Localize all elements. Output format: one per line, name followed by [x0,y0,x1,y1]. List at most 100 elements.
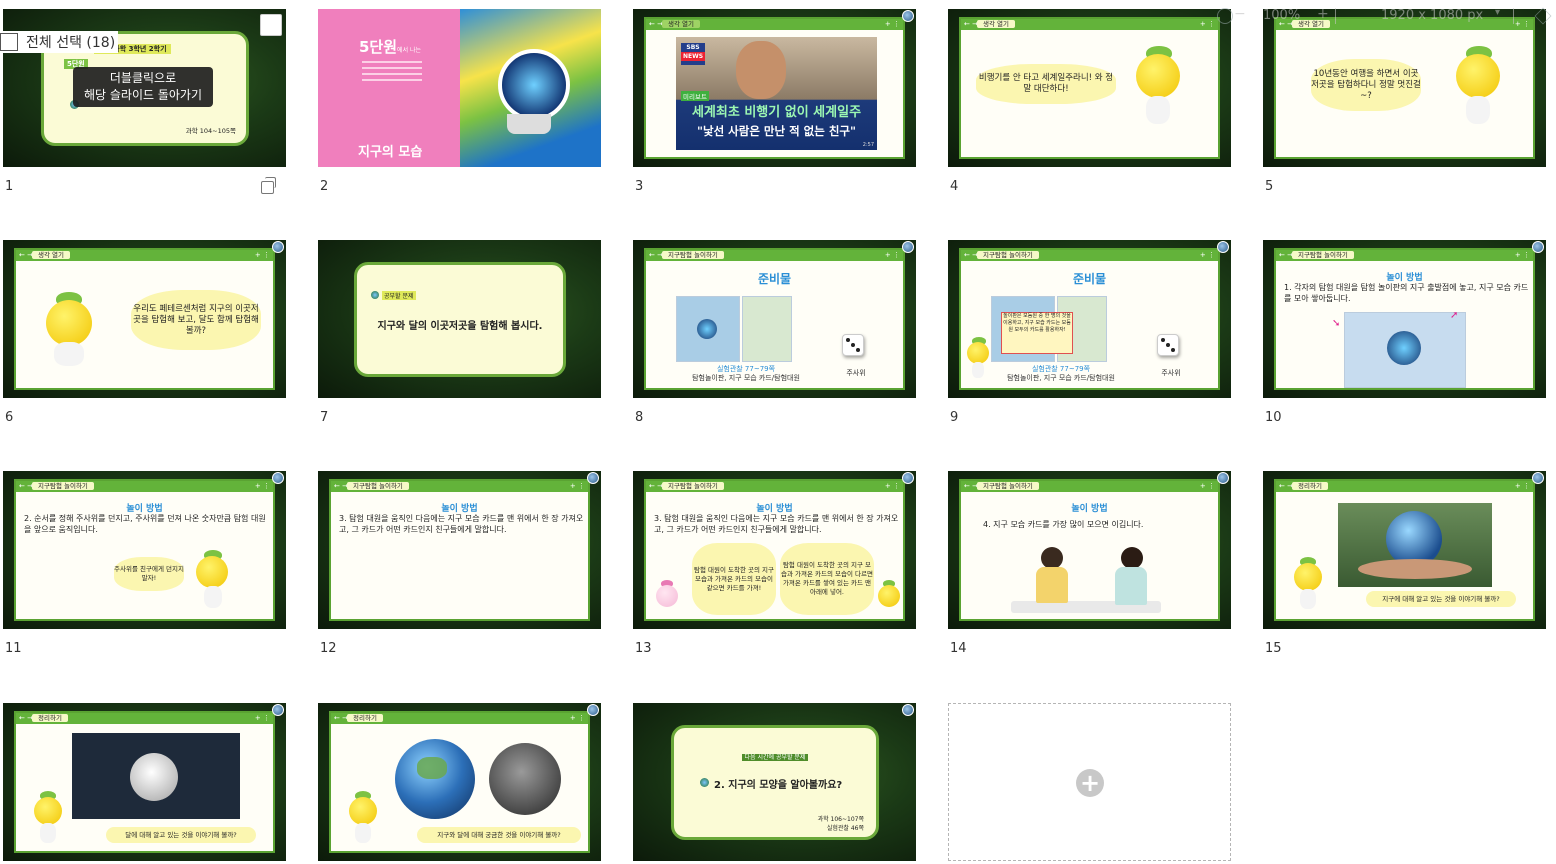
cover-title: 지구의 모습 [358,145,423,160]
instruction-text: 4. 지구 모습 카드를 가장 많이 모으면 이깁니다. [983,520,1144,529]
slide-tab: 정리하기 [32,714,68,722]
card-sheet-image [742,296,792,362]
news-video[interactable]: SBS NEWS 미리보트 세계최초 비행기 없이 세계일주 "낯선 사람은 만난… [676,37,877,150]
slide-frame: ← → 지구탐험 놀이하기 + ⋮ 놀이 방법 4. 지구 모습 카드를 가장 많이… [959,479,1220,621]
select-all-label: 전체 선택 (18) [26,35,116,51]
canvas-size[interactable]: 1920 x 1080 px [1381,8,1483,23]
globe-icon [587,704,599,716]
slide-number: 5 [1265,179,1274,194]
slide-number: 15 [1265,641,1282,656]
moon-photo [72,733,240,819]
arrow-icon: ➘ [1332,318,1341,329]
slide-select-checkbox[interactable] [260,14,282,36]
globe-icon [272,704,284,716]
slide-frame: ← → 생각 열기 + ⋮ 10년동안 여행을 하면서 이곳저곳을 탐험하다니 정말… [1274,17,1535,159]
slide-frame: ← → 지구탐험 놀이하기 + ⋮ 놀이 방법 3. 탐험 대원을 움직인 다음에는… [329,479,590,621]
slide-tab: 지구탐험 놀이하기 [1292,251,1354,259]
speech-bubble: 비행기를 안 타고 세계일주라니! 와 정말 대단하다! [976,64,1116,104]
zoom-level[interactable]: 100% [1263,8,1300,23]
slide-tab: 지구탐험 놀이하기 [977,482,1039,490]
game-board-image [1344,312,1466,388]
globe-icon [1217,472,1229,484]
add-slide-placeholder[interactable]: + [948,703,1231,861]
note-box: 놀이판은 모둠원 중 한 명의 것을 이용하고, 지구 모습 카드는 모둠원 모… [1001,312,1073,354]
slide-tab: 지구탐험 놀이하기 [662,482,724,490]
slide-frame: ← → 정리하기 + ⋮ 지구에 대해 알고 있는 것을 이야기해 볼까? [1274,479,1535,621]
slide-tab: 생각 열기 [32,251,70,259]
zoom-in-button[interactable]: + [1317,6,1329,22]
zoom-out-button[interactable]: − [1234,6,1246,22]
slide-frame: ← → 지구탐험 놀이하기 + ⋮ 놀이 방법 2. 순서를 정해 주사위를 던지고… [14,479,275,621]
unit-title: 5단원에서 나는 [359,38,422,56]
slide-tab: 지구탐험 놀이하기 [32,482,94,490]
moon-image [489,743,561,815]
chevron-down-icon[interactable]: ▾ [1495,7,1500,18]
globe-icon [587,472,599,484]
speech-bubble: 지구에 대해 알고 있는 것을 이야기해 볼까? [1366,591,1516,607]
slide-number: 2 [320,179,329,194]
globe-icon [1532,472,1544,484]
slide-frame: ← → 정리하기 + ⋮ 달에 대해 알고 있는 것을 이야기해 볼까? [14,711,275,853]
speech-bubble: 10년동안 여행을 하면서 이곳저곳을 탐험하다니 정말 멋진걸~? [1311,59,1421,111]
news-tag: 미리보트 [681,91,709,101]
instruction-text: 3. 탐험 대원을 움직인 다음에는 지구 모습 카드를 맨 위에서 한 장 가… [339,514,584,534]
globe-icon [902,10,914,22]
planet-lightbulb [498,49,570,121]
slide-tab: 지구탐험 놀이하기 [977,251,1039,259]
dice-image [842,334,864,356]
select-all-control[interactable]: 전체 선택 (18) [0,31,119,53]
select-all-checkbox[interactable] [0,33,18,51]
slide-tab: 생각 열기 [977,20,1015,28]
slide-tab: 지구탐험 놀이하기 [662,251,724,259]
slide-card: 다음 시간에 공부할 문제 2. 지구의 모양을 알아볼까요? 과학 106~1… [671,725,879,840]
slide-number: 10 [1265,410,1282,425]
headline-1: 세계최초 비행기 없이 세계일주 [691,105,862,120]
section-title: 준비물 [757,272,792,286]
instruction-text: 1. 각자의 탐험 대원을 탐험 놀이판의 지구 출발점에 놓고, 지구 모습 … [1284,283,1529,303]
instruction-text: 3. 탐험 대원을 움직인 다음에는 지구 모습 카드를 맨 위에서 한 장 가… [654,514,899,534]
globe-icon [1217,241,1229,253]
zoom-fit-icon[interactable] [1217,8,1233,24]
speech-bubble: 달에 대해 알고 있는 것을 이야기해 볼까? [106,827,256,843]
earth-image [395,739,475,819]
double-click-tooltip: 더블클릭으로 해당 슬라이드 돌아가기 [73,67,213,107]
plus-icon[interactable]: + [1076,769,1104,797]
next-study-badge-wrap: 다음 시간에 공부할 문제 [674,744,876,763]
slide-tab: 정리하기 [1292,482,1328,490]
slide-tab: 지구탐험 놀이하기 [347,482,409,490]
zoom-toolbar: − 100% + 1920 x 1080 px ▾ [1215,4,1556,32]
dice-image [1157,334,1179,356]
arrow-icon: ➚ [1450,310,1459,321]
slide-frame: ← → 지구탐험 놀이하기 + ⋮ 놀이 방법 1. 각자의 탐험 대원을 탐험 놀… [1274,248,1535,390]
globe-icon [1532,241,1544,253]
slide-frame: ← → 지구탐험 놀이하기 + ⋮ 준비물 실험관찰 77~79쪽 탐험놀이판, 지… [644,248,905,390]
speech-bubble: 주사위를 친구에게 던지지 말자! [114,557,184,591]
slide-frame: ← → 생각 열기 + ⋮ 우리도 페테르센처럼 지구의 이곳저곳을 탐험해 보고,… [14,248,275,390]
section-title: 놀이 방법 [1071,504,1108,514]
person-photo [736,41,786,99]
layers-icon[interactable] [1534,7,1552,25]
headline-2: "낯선 사람은 만난 적 없는 친구" [697,124,856,138]
earth-in-hands-photo [1338,503,1492,587]
slide-number: 1 [5,179,14,194]
instruction-text: 2. 순서를 정해 주사위를 던지고, 주사위를 던져 나온 숫자만큼 탐험 대… [24,514,266,534]
news-logo: SBS NEWS [681,43,705,65]
slide-number: 9 [950,410,959,425]
duplicate-icon[interactable] [261,177,276,194]
slide-number: 14 [950,641,967,656]
caption-dice: 주사위 [846,369,866,377]
study-badge: 공부할 문제 [382,291,416,300]
globe-icon [272,472,284,484]
children-playing-photo [1011,545,1161,615]
speech-bubble-1: 탐험 대원이 도착한 곳의 지구 모습과 가져온 카드의 모습이 같으면 카드를… [692,543,776,615]
slide-frame: ← → 지구탐험 놀이하기 + ⋮ 준비물 놀이판은 모둠원 중 한 명의 것을 이… [959,248,1220,390]
slide-number: 7 [320,410,329,425]
slide-number: 6 [5,410,14,425]
slide-number: 8 [635,410,644,425]
contents-list [362,57,422,87]
slide-frame: ← → 생각 열기 + ⋮ SBS NEWS 미리보트 세계최초 비행기 없이 세계일… [644,17,905,159]
caption-materials: 탐험놀이판, 지구 모습 카드/탐험대원 [1007,374,1115,382]
globe-icon [902,472,914,484]
globe-icon [700,778,709,787]
slide-number: 13 [635,641,652,656]
